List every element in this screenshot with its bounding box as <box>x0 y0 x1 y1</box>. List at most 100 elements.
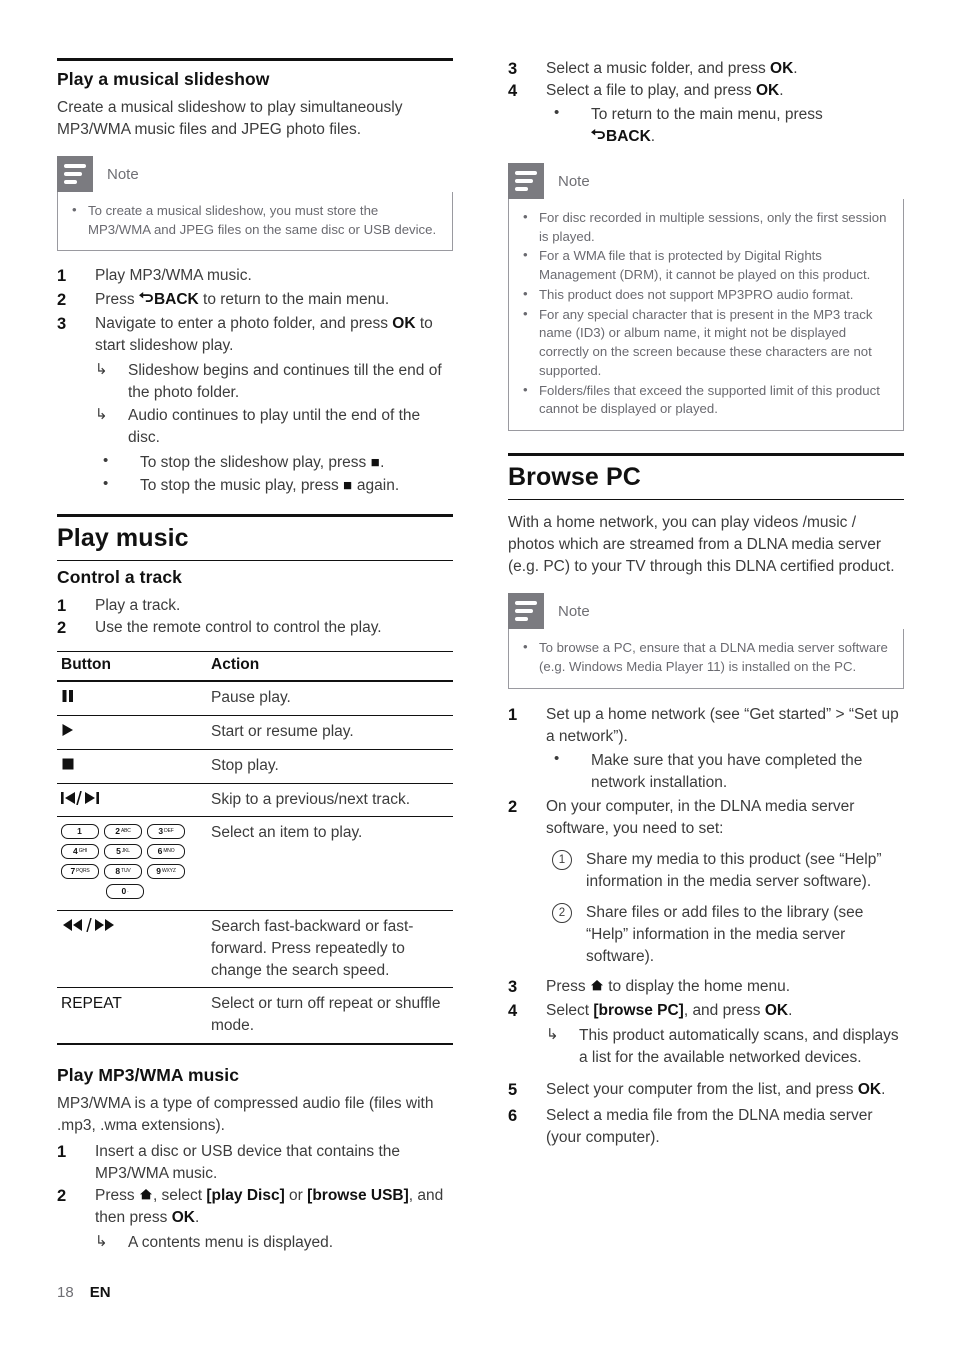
table-row: Skip to a previous/next track. <box>57 783 453 818</box>
note-label: Note <box>107 165 139 183</box>
note-item: • To create a musical slideshow, you mus… <box>72 202 437 237</box>
arrow-result-icon: ↳ <box>95 406 108 424</box>
step-item: 1 Play a track. <box>57 597 181 616</box>
manual-page: Play a musical slideshow Create a musica… <box>0 0 954 1352</box>
note-header: Note <box>57 156 453 192</box>
browse-pc-intro-text: With a home network, you can play videos… <box>508 514 895 576</box>
note-label: Note <box>558 602 590 620</box>
step-item: 3 Select a music folder, and press OK. <box>508 60 798 78</box>
language-code: EN <box>89 1284 111 1301</box>
keypad-key: 0. <box>106 884 144 900</box>
table-row: Search fast-backward or fast-forward. Pr… <box>57 910 453 989</box>
keypad-row: 0. <box>61 884 189 900</box>
button-cell <box>57 910 207 989</box>
step-item: 2 On your computer, in the DLNA media se… <box>508 796 904 968</box>
keypad-key: 6 MNO <box>147 844 185 860</box>
back-arrow-icon <box>138 291 154 308</box>
action-cell: Select an item to play. <box>207 816 453 912</box>
note-header: Note <box>508 163 904 199</box>
heading-play-music: Play music <box>57 514 453 562</box>
step-item: 5 Select your computer from the list, an… <box>508 1080 886 1099</box>
table-row: Pause play. <box>57 681 453 717</box>
note-header: Note <box>508 593 904 630</box>
table-row: Stop play. <box>57 749 453 784</box>
button-cell: 1 2 ABC 3 DEF 4 GHI 5 JKL 6 MNO 7 PQRS 8… <box>57 816 207 912</box>
column-header-action: Action <box>207 651 453 683</box>
note-icon <box>508 593 544 630</box>
mp3-steps: 1 Insert a disc or USB device that conta… <box>57 1141 453 1254</box>
table-row: REPEAT Select or turn off repeat or shuf… <box>57 987 453 1045</box>
keypad-key: 5 JKL <box>104 844 142 860</box>
table-row: Start or resume play. <box>57 715 453 750</box>
note-item: • For a WMA file that is protected by Dig… <box>523 247 871 283</box>
keypad-key: 3 DEF <box>147 824 185 840</box>
fast-backward-forward-icon <box>61 918 123 935</box>
circled-number: 2 <box>552 902 572 923</box>
step1-bullets: • Make sure that you have completed the … <box>546 750 904 794</box>
left-column: Play a musical slideshow Create a musica… <box>57 58 453 1254</box>
keypad-key: 1 <box>61 824 99 840</box>
note-label: Note <box>558 172 590 190</box>
action-cell: Select or turn off repeat or shuffle mod… <box>207 987 453 1045</box>
keypad-row: 7 PQRS 8 TUV 9 WXYZ <box>61 864 189 880</box>
bullet-dot-icon: • <box>72 202 77 217</box>
action-cell: Start or resume play. <box>207 715 453 750</box>
page-number: 18 <box>57 1284 74 1301</box>
step-item: 6 Select a media file from the DLNA medi… <box>508 1106 873 1146</box>
slideshow-results: ↳ Slideshow begins and continues till th… <box>95 360 453 449</box>
note-box-mp3: Note • For disc recorded in multiple sess… <box>508 163 904 432</box>
bullet-dot-icon: • <box>554 749 560 767</box>
note-item: • This product does not support MP3PRO au… <box>523 285 854 302</box>
heading-play-musical-slideshow: Play a musical slideshow <box>57 58 453 93</box>
pause-icon <box>61 689 75 706</box>
numeric-keypad-icon: 1 2 ABC 3 DEF 4 GHI 5 JKL 6 MNO 7 PQRS 8… <box>61 822 189 900</box>
bullet-dot-icon: • <box>523 285 528 301</box>
note-body: • For disc recorded in multiple sessions,… <box>508 199 904 432</box>
substep-item: 2 Share files or add files to the librar… <box>546 902 904 968</box>
arrow-result-icon: ↳ <box>546 1025 559 1043</box>
mp3-result: ↳ A contents menu is displayed. <box>95 1232 453 1254</box>
slideshow-steps: 1 Play MP3/WMA music. 2 Press BACK to re… <box>57 265 453 497</box>
bullet-dot-icon: • <box>523 247 528 263</box>
step-item: 3 Navigate to enter a photo folder, and … <box>57 313 453 497</box>
keypad-row: 1 2 ABC 3 DEF <box>61 824 189 840</box>
bullet-dot-icon: • <box>523 305 528 321</box>
bullet-item: • To stop the slideshow play, press ■. <box>103 452 385 472</box>
button-action-table: Button Action Pause play. Start or resum… <box>57 651 453 1045</box>
note-box-browse-pc: Note • To browse a PC, ensure that a DLN… <box>508 593 904 689</box>
button-cell: REPEAT <box>57 987 207 1045</box>
control-track-steps: 1 Play a track. 2 Use the remote control… <box>57 595 453 639</box>
result-item: ↳ Slideshow begins and continues till th… <box>95 361 442 402</box>
stop-icon <box>61 757 75 774</box>
step-item: 2 Press , select [play Disc] or [browse … <box>57 1185 453 1254</box>
bullet-item: • Make sure that you have completed the … <box>554 749 863 791</box>
action-cell: Pause play. <box>207 681 453 717</box>
action-cell: Stop play. <box>207 749 453 784</box>
stop-icon: ■ <box>370 454 381 472</box>
keypad-key: 4 GHI <box>61 844 99 860</box>
step-item: 1 Play MP3/WMA music. <box>57 267 252 286</box>
table-header-row: Button Action <box>57 651 453 683</box>
continued-bullets: • To return to the main menu, press BACK… <box>546 104 904 148</box>
keypad-key: 8 TUV <box>104 864 142 880</box>
step-item: 3 Press to display the home menu. <box>508 977 791 996</box>
stop-icon: ■ <box>343 477 353 495</box>
bullet-dot-icon: • <box>523 639 528 655</box>
button-cell <box>57 783 207 818</box>
button-cell <box>57 681 207 717</box>
bullet-item: • To return to the main menu, press BACK… <box>554 104 823 145</box>
slideshow-intro-text: Create a musical slideshow to play simul… <box>57 99 403 138</box>
result-item: ↳ A contents menu is displayed. <box>95 1232 334 1251</box>
browse-pc-steps: 1 Set up a home network (see “Get starte… <box>508 704 904 1149</box>
bullet-dot-icon: • <box>103 452 109 470</box>
result-item: ↳ This product automatically scans, and … <box>546 1025 899 1066</box>
step-item: 2 Press BACK to return to the main menu. <box>57 291 390 310</box>
note-box-slideshow: Note • To create a musical slideshow, yo… <box>57 156 453 252</box>
note-item: • Folders/files that exceed the supported… <box>523 381 880 417</box>
note-item: • For disc recorded in multiple sessions,… <box>523 209 887 244</box>
bullet-dot-icon: • <box>103 475 109 493</box>
mp3-intro-text: MP3/WMA is a type of compressed audio fi… <box>57 1094 434 1134</box>
bullet-dot-icon: • <box>523 209 528 224</box>
action-cell: Skip to a previous/next track. <box>207 783 453 818</box>
circled-number: 1 <box>552 849 572 870</box>
